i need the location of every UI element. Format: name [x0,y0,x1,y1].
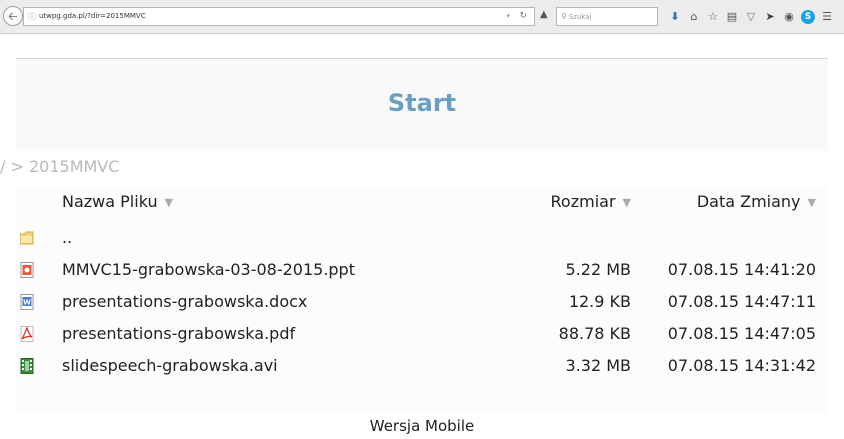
table-header-row: Nazwa Pliku ▼ Rozmiar ▼ Data Zmiany ▼ [16,186,828,218]
search-placeholder: Szukaj [568,13,592,21]
send-icon[interactable]: ➤ [763,10,777,24]
info-icon[interactable]: ⓘ [28,8,36,25]
mobile-version-link[interactable]: Wersja Mobile [0,413,844,439]
reload-icon[interactable]: ↻ [519,8,527,25]
url-dropdown-icon[interactable]: ▾ [506,8,510,25]
file-name[interactable]: presentations-grabowska.docx [62,286,307,318]
table-row[interactable]: slidespeech-grabowska.avi 3.32 MB 07.08.… [16,350,828,382]
toolbar-icons: ⬇ ⌂ ☆ ▤ ▽ ➤ ◉ S ☰ [668,7,834,26]
breadcrumb[interactable]: / > 2015MMVC [0,157,119,177]
bookmark-star-icon[interactable]: ☆ [706,10,720,24]
browser-toolbar: 🡠 ⓘ utwpg.gda.pl/?dir=2015MMVC ▾ ↻ ▲ ⚲ Sz… [0,0,844,34]
file-size: 3.32 MB [565,356,632,375]
table-row[interactable]: W presentations-grabowska.docx 12.9 KB 0… [16,286,828,318]
file-name[interactable]: .. [62,222,72,254]
sort-arrow-icon: ▼ [622,195,631,209]
pocket-icon[interactable]: ▽ [744,10,758,24]
circle-icon[interactable]: ◉ [782,10,796,24]
file-name[interactable]: slidespeech-grabowska.avi [62,350,278,382]
column-header-name[interactable]: Nazwa Pliku ▼ [62,186,173,219]
address-bar[interactable]: ⓘ utwpg.gda.pl/?dir=2015MMVC ▾ ↻ [23,7,535,26]
download-icon[interactable]: ⬇ [668,10,682,24]
video-file-icon [20,358,34,374]
file-date: 07.08.15 14:47:11 [667,292,816,311]
svg-text:W: W [23,299,31,307]
menu-icon[interactable]: ☰ [820,10,834,24]
sort-arrow-icon: ▼ [807,195,816,209]
table-row[interactable]: .. [16,222,828,254]
url-text[interactable]: utwpg.gda.pl/?dir=2015MMVC [39,8,146,25]
file-name[interactable]: presentations-grabowska.pdf [62,318,295,350]
pdf-file-icon [20,326,34,342]
file-size: 88.78 KB [558,324,631,343]
file-date: 07.08.15 14:47:05 [667,324,816,343]
library-icon[interactable]: ▲ [540,9,552,21]
table-row[interactable]: presentations-grabowska.pdf 88.78 KB 07.… [16,318,828,350]
column-header-size[interactable]: Rozmiar ▼ [551,186,631,219]
doc-file-icon: W [20,294,34,310]
file-size: 12.9 KB [568,292,631,311]
file-name[interactable]: MMVC15-grabowska-03-08-2015.ppt [62,254,355,286]
ppt-file-icon [20,262,34,278]
library-icon[interactable]: ▤ [725,10,739,24]
column-header-date[interactable]: Data Zmiany ▼ [697,186,816,219]
back-arrow-icon: 🡠 [8,9,18,23]
skype-icon[interactable]: S [801,9,815,24]
back-button[interactable]: 🡠 [3,6,23,26]
sort-arrow-icon: ▼ [164,195,174,209]
file-date: 07.08.15 14:41:20 [667,260,816,279]
file-date: 07.08.15 14:31:42 [667,356,816,375]
search-icon: ⚲ [561,12,567,21]
home-icon[interactable]: ⌂ [687,10,701,24]
file-size: 5.22 MB [565,260,632,279]
folder-icon [20,231,34,245]
page-title[interactable]: Start [16,89,828,117]
search-input[interactable]: ⚲ Szukaj [556,7,658,26]
table-row[interactable]: MMVC15-grabowska-03-08-2015.ppt 5.22 MB … [16,254,828,286]
